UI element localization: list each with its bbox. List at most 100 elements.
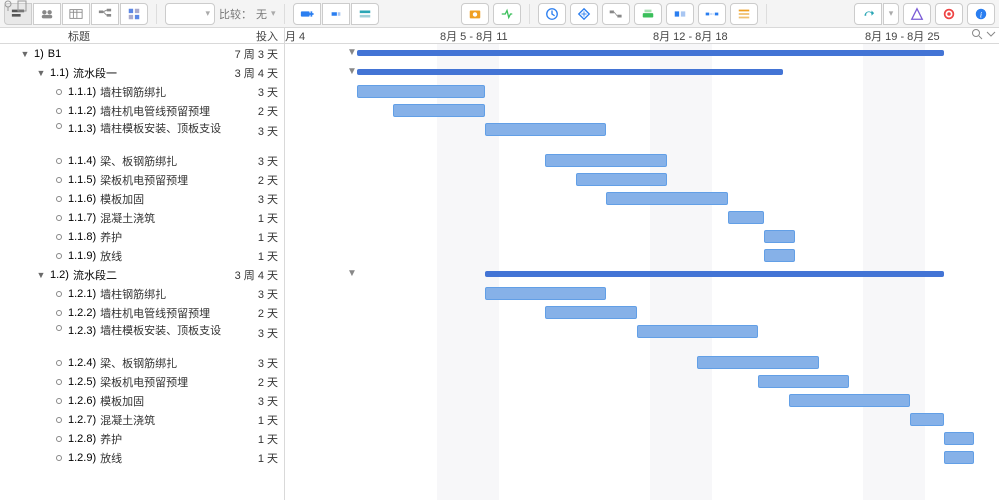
flag-button[interactable]: [935, 3, 963, 25]
task-bar[interactable]: [393, 104, 484, 117]
outline-task-row[interactable]: 1.2.7)混凝土浇筑1 天: [0, 410, 284, 429]
task-outline[interactable]: ▼1)B17 周 3 天▼1.1)流水段一3 周 4 天1.1.1)墙柱钢筋绑扎…: [0, 44, 285, 500]
view-network-button[interactable]: [91, 3, 119, 25]
task-bullet: [56, 158, 62, 164]
zoom-menu-icon[interactable]: [985, 28, 997, 40]
outline-button[interactable]: [730, 3, 758, 25]
task-bullet: [56, 196, 62, 202]
task-bullet: [56, 215, 62, 221]
row-effort: 7 周 3 天: [224, 46, 284, 62]
outline-task-row[interactable]: 1.1.5)梁板机电预留预埋2 天: [0, 170, 284, 189]
task-bar[interactable]: [637, 325, 759, 338]
simulations-button[interactable]: [666, 3, 694, 25]
outline-group-row[interactable]: ▼1)B17 周 3 天: [0, 44, 284, 63]
outline-task-row[interactable]: 1.1.6)模板加固3 天: [0, 189, 284, 208]
outline-task-row[interactable]: 1.1.3)墙柱模板安装、顶板支设3 天: [0, 120, 284, 151]
task-bullet: [56, 455, 62, 461]
task-bar[interactable]: [789, 394, 911, 407]
row-title: 模板加固: [100, 191, 224, 207]
disclosure-triangle[interactable]: ▼: [36, 68, 46, 78]
disclosure-triangle[interactable]: ▼: [20, 49, 30, 59]
timeline-week-2: 8月 12 - 8月 18: [653, 28, 728, 44]
view-resources-button[interactable]: [33, 3, 61, 25]
view-calendar-button[interactable]: [62, 3, 90, 25]
outline-task-row[interactable]: 1.2.5)梁板机电预留预埋2 天: [0, 372, 284, 391]
sync-menu-button[interactable]: ▾: [883, 3, 899, 25]
summary-bar[interactable]: [485, 271, 944, 277]
outline-group-row[interactable]: ▼1.2)流水段二3 周 4 天: [0, 265, 284, 284]
outline-task-row[interactable]: 1.1.4)梁、板钢筋绑扎3 天: [0, 151, 284, 170]
separator: [766, 4, 767, 24]
outline-task-row[interactable]: 1.1.2)墙柱机电管线预留预埋2 天: [0, 101, 284, 120]
task-bar[interactable]: [357, 85, 485, 98]
gantt-row: [285, 227, 999, 246]
sync-group: ▾: [854, 3, 899, 25]
comparison-selector[interactable]: 比较： 无 ▾: [219, 6, 276, 22]
reports-button[interactable]: [903, 3, 931, 25]
outline-task-row[interactable]: 1.2.3)墙柱模板安装、顶板支设3 天: [0, 322, 284, 353]
task-bar[interactable]: [545, 154, 667, 167]
task-bar[interactable]: [485, 287, 607, 300]
task-bar[interactable]: [764, 230, 794, 243]
outline-task-row[interactable]: 1.2.9)放线1 天: [0, 448, 284, 467]
dropdown-1[interactable]: ▾: [165, 3, 215, 25]
row-title: 梁、板钢筋绑扎: [100, 355, 224, 371]
gantt-row: [285, 284, 999, 303]
row-index: 1.2.6): [68, 395, 96, 407]
group-collapse-arrow[interactable]: ▼: [347, 66, 357, 77]
task-bar[interactable]: [606, 192, 728, 205]
gantt-chart[interactable]: ▼ ▼ ▼: [285, 44, 999, 500]
task-bar[interactable]: [485, 123, 607, 136]
outline-task-row[interactable]: 1.2.6)模板加固3 天: [0, 391, 284, 410]
reschedule-button[interactable]: [538, 3, 566, 25]
task-bullet: [56, 108, 62, 114]
split-button[interactable]: [698, 3, 726, 25]
outline-task-row[interactable]: 1.2.8)养护1 天: [0, 429, 284, 448]
zoom-fit-icon[interactable]: [971, 28, 983, 40]
add-task-button[interactable]: [293, 3, 321, 25]
catch-up-button[interactable]: [493, 3, 521, 25]
sync-button[interactable]: [854, 3, 882, 25]
column-header-title[interactable]: 标题: [0, 28, 224, 43]
row-title: 墙柱机电管线预留预埋: [100, 305, 224, 321]
row-index: 1.2.2): [68, 307, 96, 319]
disclosure-triangle[interactable]: ▼: [36, 270, 46, 280]
row-effort: 1 天: [224, 248, 284, 264]
group-collapse-arrow[interactable]: ▼: [347, 268, 357, 279]
outline-task-row[interactable]: 1.1.8)养护1 天: [0, 227, 284, 246]
task-bar[interactable]: [697, 356, 819, 369]
task-bar[interactable]: [764, 249, 794, 262]
critical-path-button[interactable]: [602, 3, 630, 25]
outline-task-row[interactable]: 1.1.1)墙柱钢筋绑扎3 天: [0, 82, 284, 101]
task-bar[interactable]: [728, 211, 764, 224]
task-bar[interactable]: [944, 451, 974, 464]
filter-icon[interactable]: [2, 0, 14, 12]
gantt-row: [285, 246, 999, 265]
summary-bar[interactable]: [357, 50, 944, 56]
leveling-button[interactable]: [570, 3, 598, 25]
outline-task-row[interactable]: 1.2.1)墙柱钢筋绑扎3 天: [0, 284, 284, 303]
task-bar[interactable]: [944, 432, 974, 445]
outline-task-row[interactable]: 1.1.7)混凝土浇筑1 天: [0, 208, 284, 227]
group-collapse-arrow[interactable]: ▼: [347, 47, 357, 58]
column-header-effort[interactable]: 投入: [224, 28, 284, 43]
add-group-button[interactable]: [351, 3, 379, 25]
inspector-button[interactable]: i: [967, 3, 995, 25]
task-bar[interactable]: [576, 173, 667, 186]
timeline-header[interactable]: 月 4 8月 5 - 8月 11 8月 12 - 8月 18 8月 19 - 8…: [285, 28, 999, 43]
separator: [529, 4, 530, 24]
view-styles-button[interactable]: [120, 3, 148, 25]
snapshot-button[interactable]: [461, 3, 489, 25]
baselines-button[interactable]: [634, 3, 662, 25]
outline-task-row[interactable]: 1.1.9)放线1 天: [0, 246, 284, 265]
task-bar[interactable]: [545, 306, 636, 319]
notes-icon[interactable]: [16, 0, 28, 12]
outline-task-row[interactable]: 1.2.4)梁、板钢筋绑扎3 天: [0, 353, 284, 372]
outline-group-row[interactable]: ▼1.1)流水段一3 周 4 天: [0, 63, 284, 82]
task-bar[interactable]: [758, 375, 849, 388]
row-index: 1.1.1): [68, 86, 96, 98]
task-bar[interactable]: [910, 413, 943, 426]
outline-task-row[interactable]: 1.2.2)墙柱机电管线预留预埋2 天: [0, 303, 284, 322]
summary-bar[interactable]: [357, 69, 783, 75]
add-milestone-button[interactable]: [322, 3, 350, 25]
